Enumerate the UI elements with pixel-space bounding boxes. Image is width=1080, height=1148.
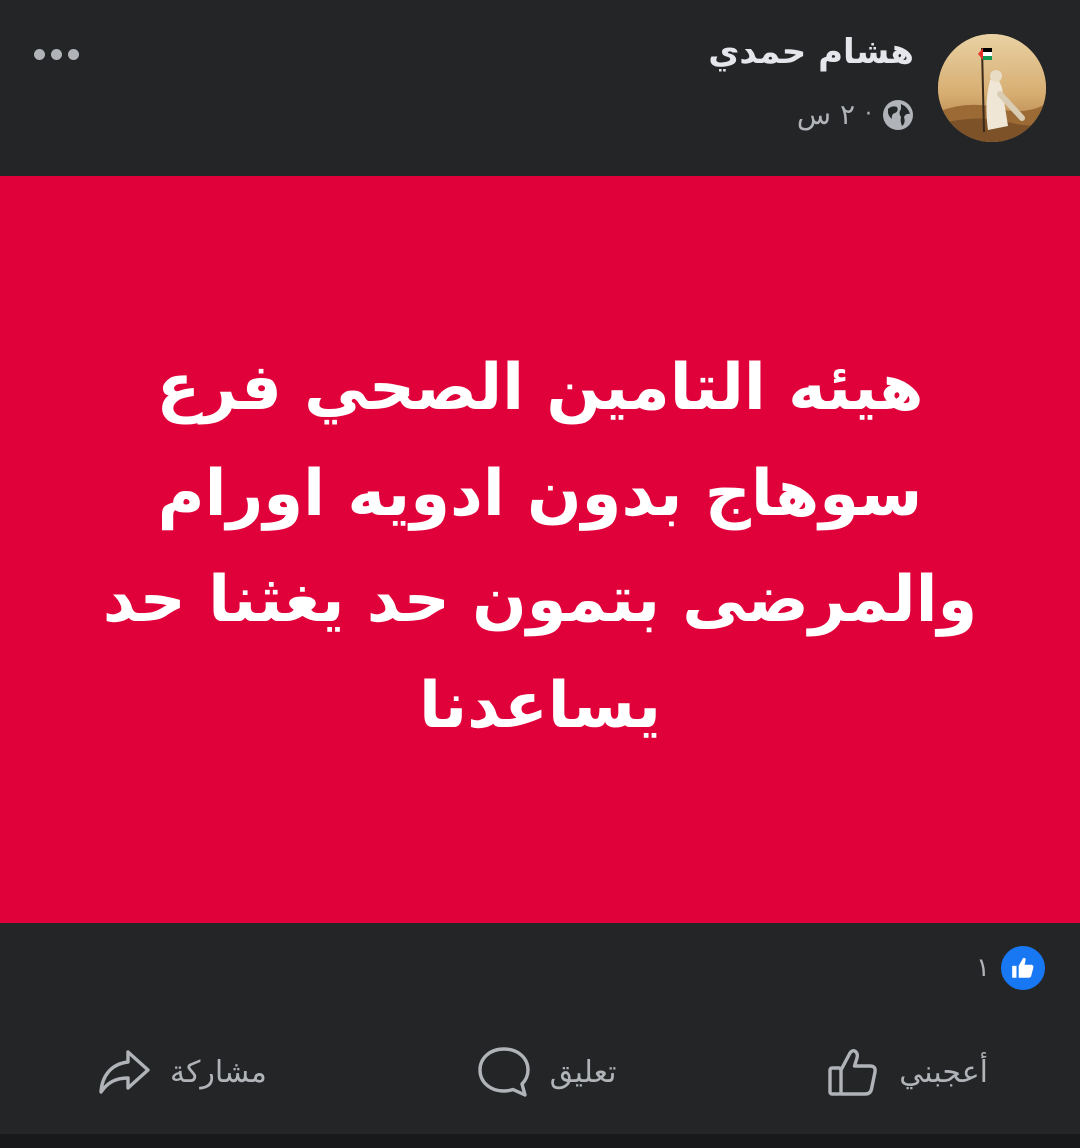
more-dot: [33, 48, 45, 60]
meta-separator: ·: [865, 102, 872, 127]
comment-button[interactable]: تعليق: [476, 1044, 617, 1100]
like-icon: [825, 1044, 881, 1100]
bottom-divider: [0, 1134, 1080, 1148]
share-icon: [96, 1044, 152, 1100]
like-reaction-icon: [998, 943, 1048, 993]
avatar[interactable]: [938, 34, 1046, 142]
post-text-line: سوهاج بدون ادويه اورام: [157, 456, 923, 531]
post-content[interactable]: هيئه التامين الصحي فرع سوهاج بدون ادويه …: [0, 176, 1080, 923]
comment-label: تعليق: [549, 1054, 617, 1090]
more-options-icon[interactable]: [24, 36, 88, 72]
like-label: أعجبني: [899, 1054, 988, 1090]
post-actions: أعجبني تعليق مشاركة: [0, 1030, 1080, 1114]
like-button[interactable]: أعجبني: [825, 1044, 988, 1100]
comment-icon: [476, 1044, 532, 1100]
more-dot: [67, 48, 79, 60]
more-dot: [50, 48, 62, 60]
post-card: هشام حمدي ٢ س · هيئه التامين الصحي فرع س…: [0, 0, 1080, 1148]
avatar-image: [938, 34, 1046, 142]
share-button[interactable]: مشاركة: [96, 1044, 267, 1100]
post-text-line: والمرضى بتمون حد يغثنا حد: [102, 562, 978, 637]
post-text-line: هيئه التامين الصحي فرع: [156, 350, 924, 425]
author-name[interactable]: هشام حمدي: [708, 32, 914, 72]
reaction-count: ١: [976, 953, 990, 983]
post-text-line: يساعدنا: [419, 668, 661, 743]
reactions-summary[interactable]: ١: [976, 940, 1048, 996]
post-time[interactable]: ٢ س: [797, 98, 855, 131]
post-header: هشام حمدي ٢ س ·: [0, 0, 1080, 176]
post-meta: ٢ س ·: [797, 98, 914, 131]
share-label: مشاركة: [170, 1054, 267, 1090]
globe-icon: [882, 99, 914, 131]
post-text: هيئه التامين الصحي فرع سوهاج بدون ادويه …: [100, 335, 980, 759]
